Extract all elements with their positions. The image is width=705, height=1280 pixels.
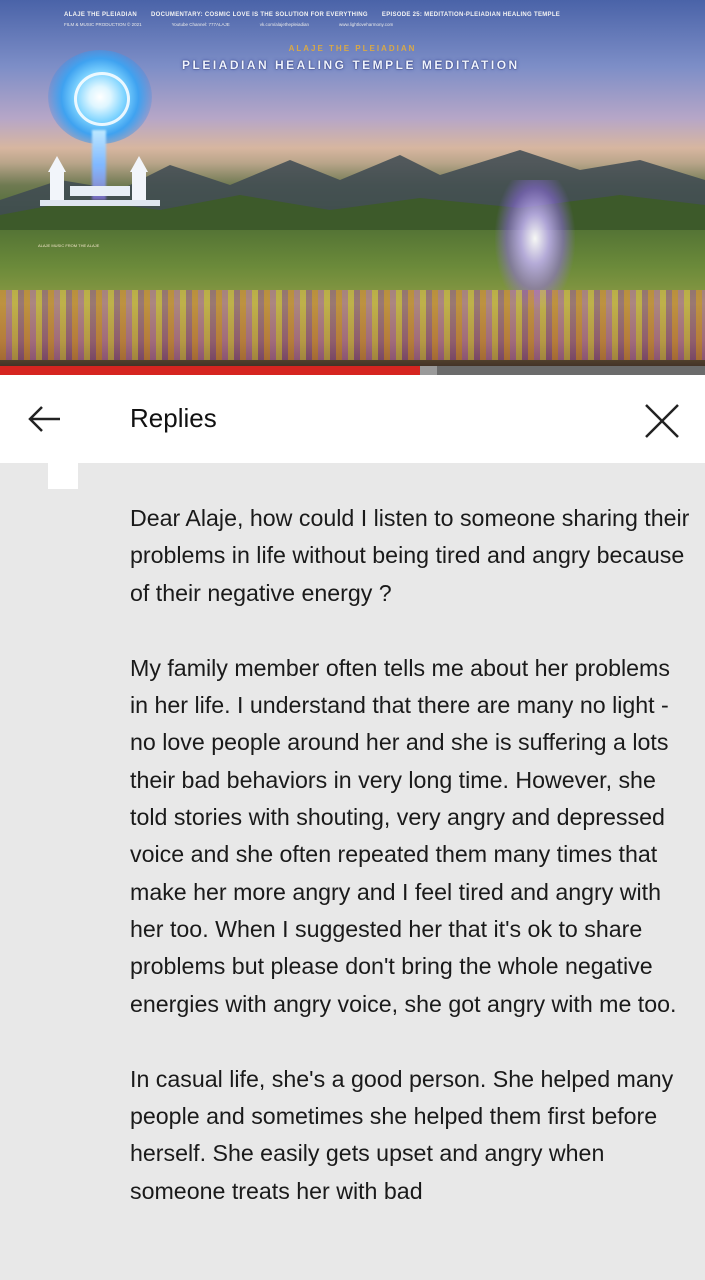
comment-paragraph: Dear Alaje, how could I listen to someon… [130,505,690,606]
comment-paragraph: In casual life, she's a good person. She… [130,1065,674,1204]
video-title: PLEIADIAN HEALING TEMPLE MEDITATION [182,58,520,72]
temple-structure [40,156,160,206]
youtube-line: Youtube Channel: 777ALAJE [171,22,230,27]
vk-line: vk.com/alajethepleiadian [259,22,310,27]
video-header-text: ALAJE THE PLEIADIAN DOCUMENTARY: COSMIC … [64,12,645,18]
replies-header: Replies [0,375,705,463]
progress-played [0,366,421,375]
comment-body: Dear Alaje, how could I listen to someon… [130,500,690,1248]
close-icon[interactable] [640,399,684,443]
documentary-line: DOCUMENTARY: COSMIC LOVE IS THE SOLUTION… [151,12,368,18]
video-subheader-text: FILM & MUSIC PRODUCTION © 2021 Youtube C… [64,22,645,27]
credit-line: FILM & MUSIC PRODUCTION © 2021 [64,22,142,27]
comment-paragraph: My family member often tells me about he… [130,654,677,1017]
episode-line: EPISODE 25: MEDITATION-PLEIADIAN HEALING… [381,12,561,18]
web-line: www.lightloveharmony.com [339,22,394,27]
video-player[interactable]: ALAJE THE PLEIADIAN DOCUMENTARY: COSMIC … [0,0,705,370]
video-caption: ALAJE MUSIC FROM THE ALAJE [38,243,100,248]
orb-ring [74,72,130,126]
flower-field [0,290,705,360]
page-title: Replies [130,403,217,433]
back-arrow-icon[interactable] [26,399,66,439]
progress-buffered [420,366,438,375]
avatar[interactable] [48,463,78,489]
channel-line: ALAJE THE PLEIADIAN [64,12,138,18]
video-progress-bar[interactable] [0,366,705,375]
